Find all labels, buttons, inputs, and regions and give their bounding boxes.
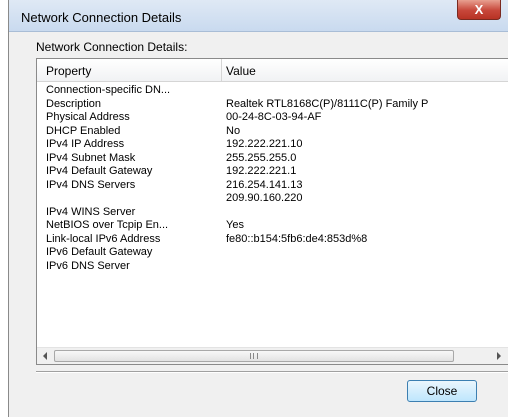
value-cell: Yes (226, 219, 244, 231)
chevron-right-icon[interactable] (497, 352, 501, 360)
property-cell: IPv4 Default Gateway (46, 165, 153, 177)
property-cell: IPv4 WINS Server (46, 205, 136, 218)
value-cell: No (226, 124, 241, 137)
table-row[interactable]: IPv6 DNS Server (37, 260, 508, 274)
details-list-view[interactable]: Property Value Connection-specific DN...… (36, 58, 508, 365)
table-row[interactable]: IPv4 WINS Server (37, 206, 508, 220)
property-cell: IPv4 DNS Servers (46, 178, 136, 191)
table-row[interactable]: IPv4 DNS Servers 216.254.141.13 (37, 179, 508, 193)
property-cell: Physical Address (46, 111, 130, 123)
property-cell: IPv6 Default Gateway (46, 246, 153, 258)
property-cell: Description (46, 97, 102, 110)
table-row[interactable]: NetBIOS over Tcpip En... Yes (37, 219, 508, 233)
property-cell: IPv6 DNS Server (46, 259, 130, 272)
value-cell: 00-24-8C-03-94-AF (226, 111, 322, 123)
table-row[interactable]: IPv4 Subnet Mask 255.255.255.0 (37, 152, 508, 166)
table-row[interactable]: Connection-specific DN... (37, 84, 508, 98)
column-header-value[interactable]: Value (226, 64, 256, 78)
list-header: Property Value (37, 59, 508, 82)
table-row[interactable]: Description Realtek RTL8168C(P)/8111C(P) … (37, 98, 508, 112)
close-icon: X (474, 2, 484, 17)
column-divider[interactable] (221, 59, 222, 81)
table-row[interactable]: DHCP Enabled No (37, 125, 508, 139)
close-button[interactable]: Close (407, 380, 477, 402)
list-rows: Connection-specific DN... Description Rea… (37, 84, 508, 273)
horizontal-scrollbar[interactable] (37, 347, 508, 364)
table-row[interactable]: IPv6 Default Gateway (37, 246, 508, 260)
value-cell: Realtek RTL8168C(P)/8111C(P) Family P (226, 97, 429, 110)
table-row[interactable]: IPv4 Default Gateway 192.222.221.1 (37, 165, 508, 179)
property-cell: NetBIOS over Tcpip En... (46, 219, 169, 231)
value-cell: 216.254.141.13 (226, 178, 303, 191)
title-bar[interactable]: Network Connection Details X (9, 0, 508, 32)
property-cell: Connection-specific DN... (46, 84, 171, 96)
scrollbar-thumb[interactable] (54, 350, 454, 362)
table-row[interactable]: Link-local IPv6 Address fe80::b154:5fb6:d… (37, 233, 508, 247)
chevron-left-icon[interactable] (43, 352, 47, 360)
property-cell: DHCP Enabled (46, 124, 121, 137)
table-row[interactable]: IPv4 IP Address 192.222.221.10 (37, 138, 508, 152)
network-connection-details-dialog: Network Connection Details X Network Con… (8, 0, 508, 417)
value-cell: 255.255.255.0 (226, 151, 297, 164)
value-cell: 192.222.221.1 (226, 165, 297, 177)
column-header-property[interactable]: Property (46, 64, 91, 78)
property-cell: IPv4 Subnet Mask (46, 151, 136, 164)
value-cell: fe80::b154:5fb6:de4:853d%8 (226, 232, 368, 245)
details-group-label: Network Connection Details: (36, 40, 188, 54)
window-title: Network Connection Details (21, 10, 182, 25)
window-close-button[interactable]: X (457, 0, 501, 20)
value-cell: 209.90.160.220 (226, 192, 303, 204)
property-cell: Link-local IPv6 Address (46, 232, 161, 245)
table-row[interactable]: Physical Address 00-24-8C-03-94-AF (37, 111, 508, 125)
property-cell: IPv4 IP Address (46, 138, 125, 150)
value-cell: 192.222.221.10 (226, 138, 303, 150)
table-row[interactable]: 209.90.160.220 (37, 192, 508, 206)
grip-icon (250, 353, 258, 359)
divider (36, 371, 508, 373)
